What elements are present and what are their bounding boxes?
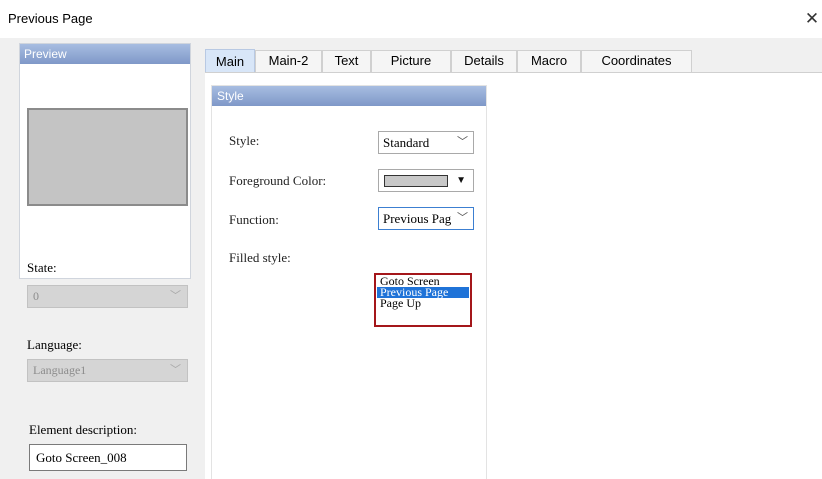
function-value: Previous Pag — [383, 211, 452, 226]
state-select[interactable]: 0 ﹀ — [27, 285, 188, 308]
preview-header: Preview — [20, 44, 190, 64]
dialog-body: Preview State: 0 ﹀ Language: Language1 ﹀… — [0, 38, 822, 479]
function-label: Function: — [229, 212, 279, 227]
dropdown-option-page-up[interactable]: Page Up — [377, 297, 469, 309]
style-select[interactable]: Standard ﹀ — [378, 131, 474, 154]
description-label: Element description: — [29, 422, 137, 437]
function-dropdown-list: Goto Screen Previous Page Page Up — [374, 273, 472, 327]
tab-details[interactable]: Details — [451, 50, 517, 72]
window-title: Previous Page — [8, 11, 93, 26]
chevron-down-icon: ﹀ — [170, 364, 181, 376]
tab-macro[interactable]: Macro — [517, 50, 581, 72]
state-value: 0 — [33, 289, 39, 303]
function-select[interactable]: Previous Pag ﹀ — [378, 207, 474, 230]
close-icon[interactable]: ✕ — [802, 6, 822, 32]
foreground-color-label: Foreground Color: — [229, 173, 327, 188]
tab-content-main: Style Style: Standard ﹀ Foreground Color… — [205, 72, 822, 479]
chevron-down-icon: ﹀ — [170, 290, 181, 302]
style-group-header: Style — [212, 86, 486, 106]
style-label: Style: — [229, 133, 260, 148]
state-label: State: — [27, 260, 57, 275]
tab-bar: Main Main-2 Text Picture Details Macro C… — [205, 49, 822, 73]
title-bar: Previous Page ✕ — [0, 0, 822, 38]
language-select[interactable]: Language1 ﹀ — [27, 359, 188, 382]
tab-text[interactable]: Text — [322, 50, 371, 72]
tab-main[interactable]: Main — [205, 49, 255, 73]
description-input[interactable]: Goto Screen_008 — [29, 444, 187, 471]
dropdown-arrow-icon: ▼ — [456, 175, 466, 186]
color-swatch — [384, 175, 448, 187]
style-value: Standard — [383, 135, 430, 150]
chevron-down-icon: ﹀ — [457, 212, 468, 224]
foreground-color-picker[interactable]: ▼ — [378, 169, 474, 192]
tab-picture[interactable]: Picture — [371, 50, 451, 72]
filled-style-label: Filled style: — [229, 250, 291, 265]
tab-coordinates[interactable]: Coordinates — [581, 50, 692, 72]
language-value: Language1 — [33, 363, 87, 377]
chevron-down-icon: ﹀ — [457, 136, 468, 148]
language-label: Language: — [27, 337, 82, 352]
preview-panel: Preview — [19, 43, 191, 279]
preview-image — [27, 108, 188, 206]
tab-main-2[interactable]: Main-2 — [255, 50, 322, 72]
